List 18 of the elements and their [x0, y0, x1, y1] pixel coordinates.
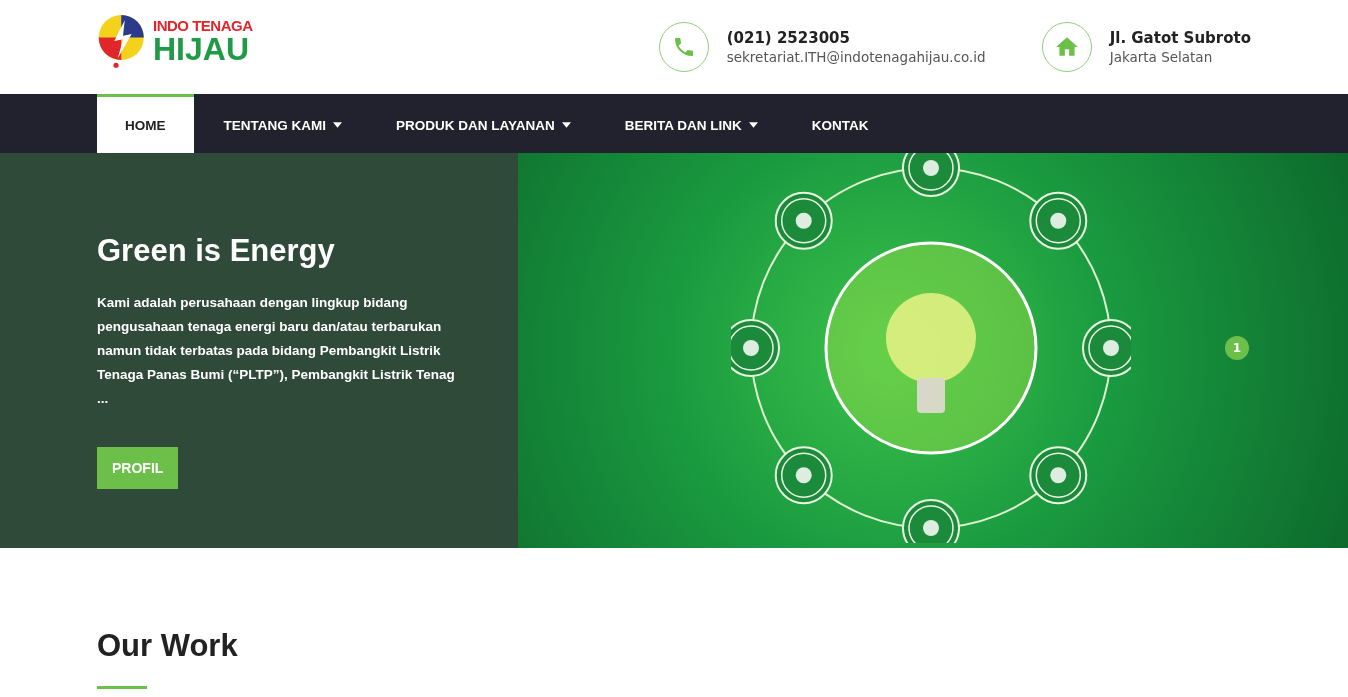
caret-icon — [333, 122, 342, 128]
nav-item[interactable]: HOME — [97, 94, 194, 153]
contact-title: (021) 2523005 — [726, 29, 851, 47]
contact-detail: Jakarta Selatan — [1109, 49, 1214, 65]
hero-text: Kami adalah perusahaan dengan lingkup bidang pengusahaan tenaga energi baru dan/atau terbarukan namun tidak terbatas pada bidang Pembangkit Listrik Tenaga Panas Bumi (“PLTP”), Pembangkit Listrik Tenag ... — [97, 294, 456, 408]
hero-title: Green is Energy — [97, 233, 336, 269]
caret-icon — [748, 122, 758, 128]
nav-item[interactable]: KONTAK — [787, 94, 893, 153]
nav-item[interactable]: BERITA DAN LINK — [600, 94, 782, 153]
title-underline — [97, 686, 147, 689]
logo-wordmark: HIJAU — [153, 32, 249, 65]
logo-tagline: INDO TENAGA — [153, 17, 253, 33]
contact-detail: sekretariat.ITH@indotenagahijau.co.id — [726, 49, 986, 65]
nav-item[interactable]: PRODUK DAN LAYANAN — [372, 94, 595, 153]
contact-title: Jl. Gatot Subroto — [1109, 29, 1251, 47]
section-title: Our Work — [97, 628, 239, 664]
caret-icon — [561, 122, 571, 128]
nav-item[interactable]: TENTANG KAMI — [199, 94, 366, 153]
